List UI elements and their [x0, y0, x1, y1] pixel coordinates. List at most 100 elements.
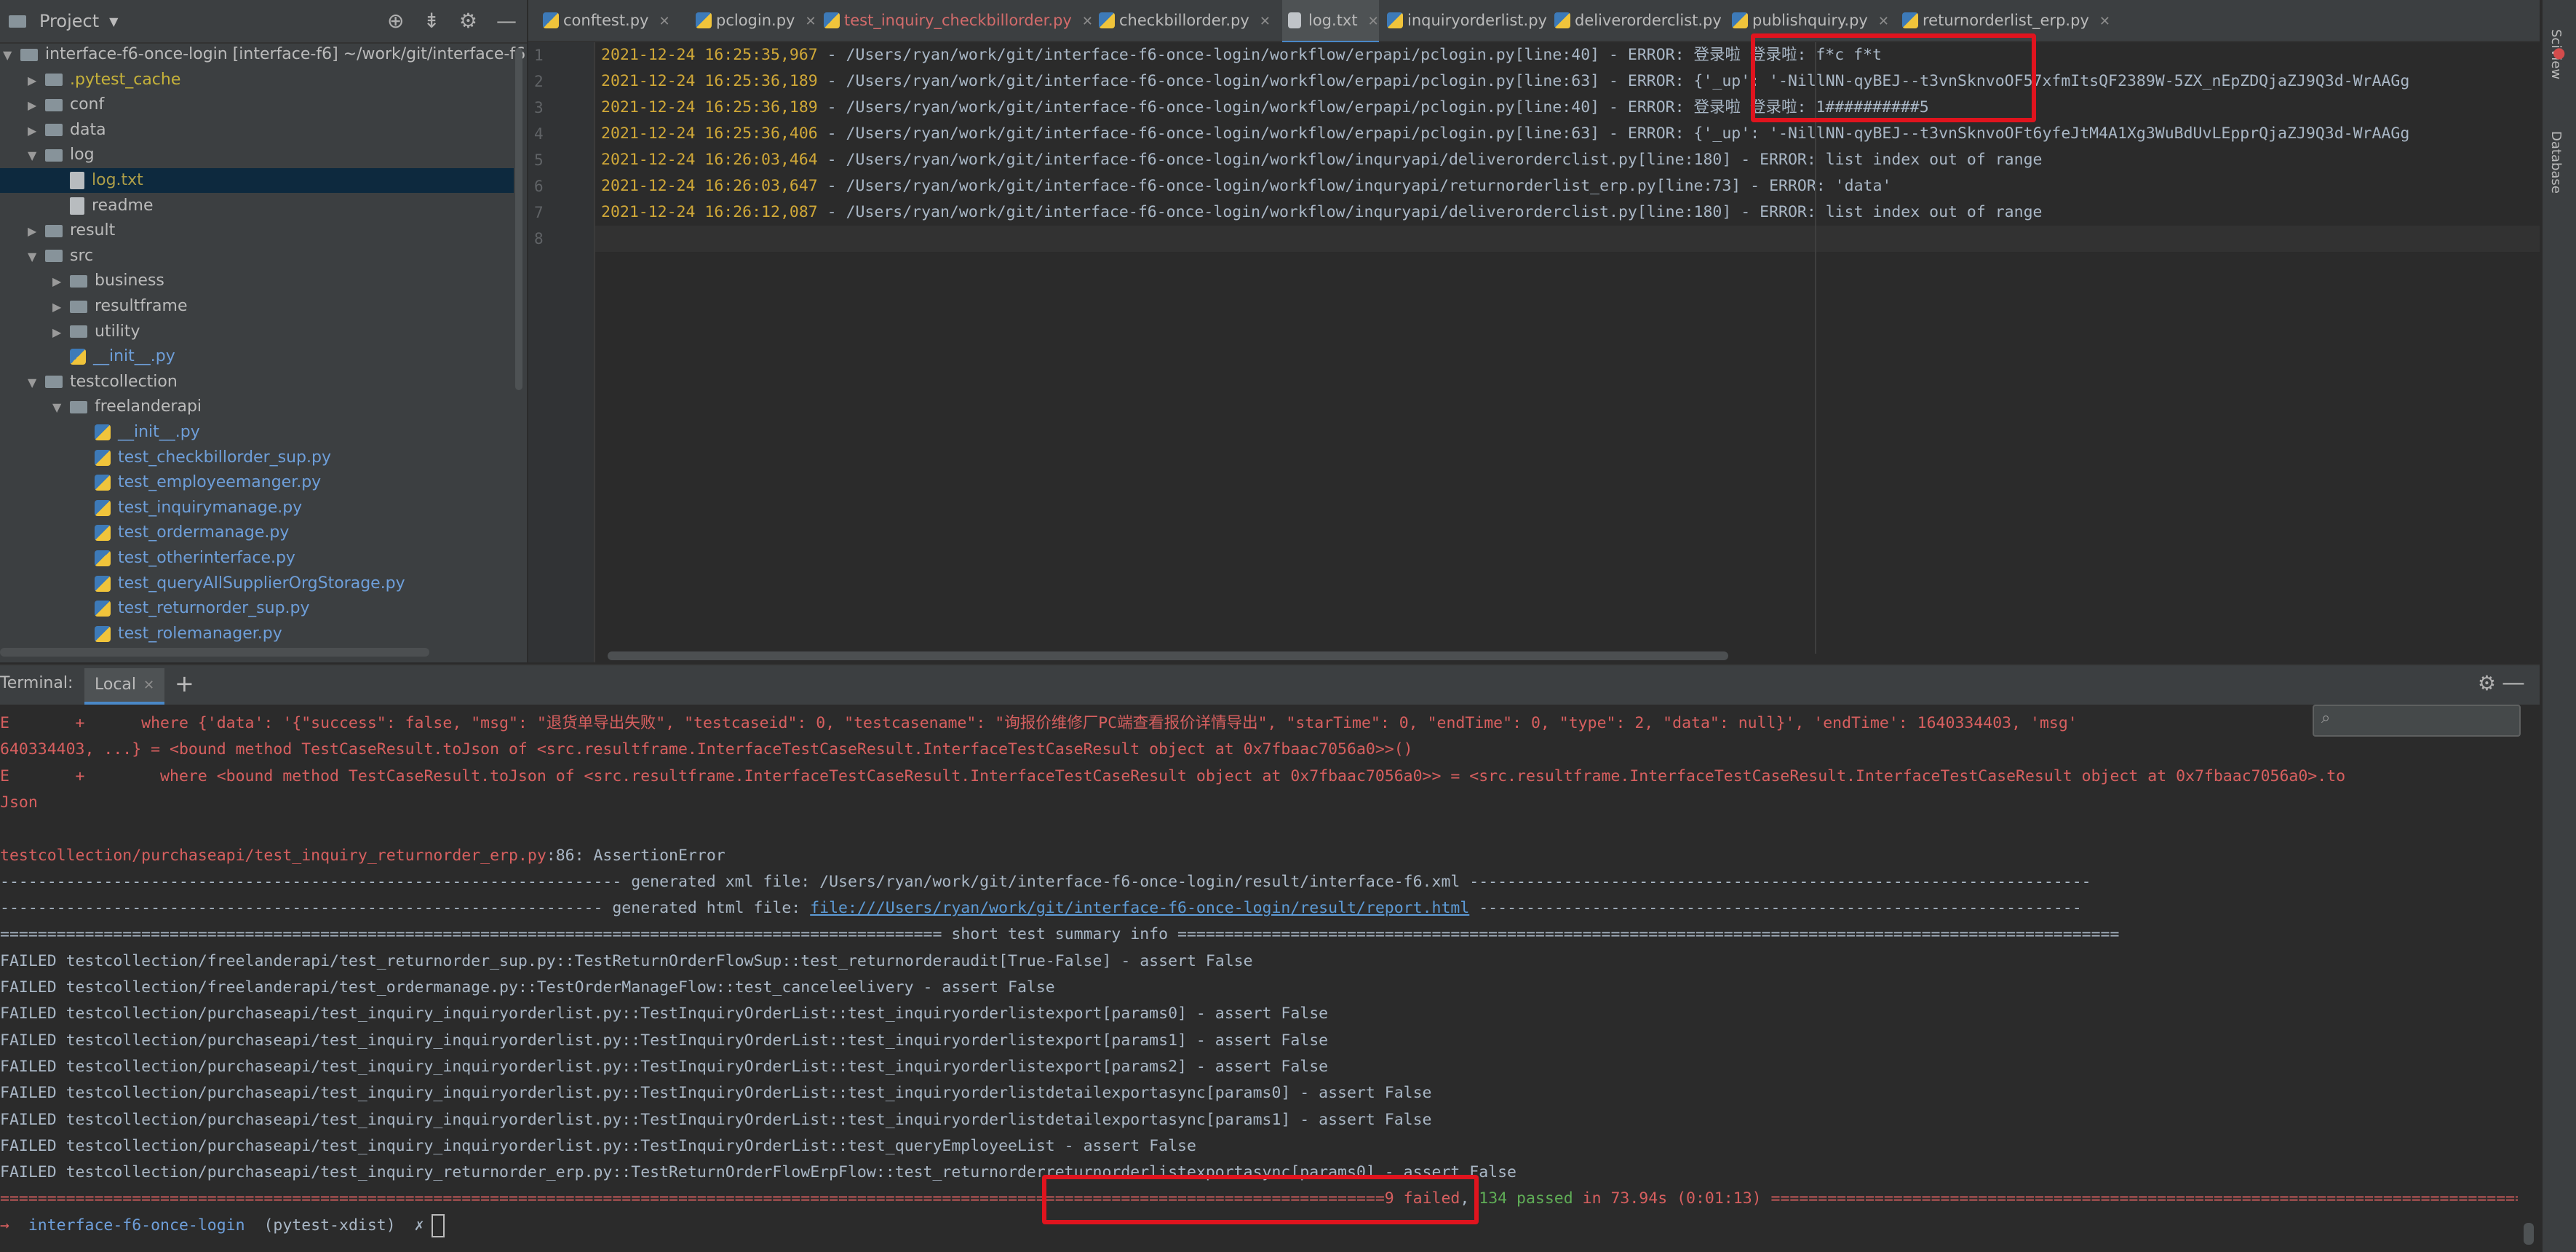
close-icon[interactable]: ✕	[1260, 14, 1271, 29]
close-icon[interactable]: ✕	[659, 14, 670, 29]
tree-item-label: business	[95, 272, 164, 290]
editor-tab[interactable]: log.txt ✕	[1282, 0, 1379, 44]
chevron-down-icon[interactable]: ▼	[52, 395, 70, 420]
log-message: - /Users/ryan/work/git/interface-f6-once…	[817, 203, 2043, 221]
tree-item-label: conf	[70, 95, 105, 114]
folder-icon	[45, 98, 63, 111]
editor-tab[interactable]: checkbillorder.py ✕	[1093, 0, 1271, 41]
tree-item-label: resultframe	[95, 297, 188, 315]
terminal-line: FAILED testcollection/purchaseapi/test_i…	[0, 1080, 2518, 1106]
tree-item[interactable]: ▶ utility	[0, 320, 514, 344]
chevron-right-icon[interactable]: ▶	[28, 68, 45, 93]
tree-item-content: test_employeemanger.py	[77, 473, 321, 491]
chevron-down-icon[interactable]: ▼	[3, 43, 20, 68]
chevron-down-icon[interactable]: ▼	[28, 245, 45, 269]
add-terminal-button[interactable]: +	[175, 670, 194, 697]
editor-tab[interactable]: conftest.py ✕	[537, 0, 670, 41]
project-panel: Project ▼ ⊕ ⇟ ⚙ — ▼ interface-f6-once-log…	[0, 0, 528, 662]
tree-item[interactable]: ▶ conf	[0, 92, 514, 117]
chevron-right-icon[interactable]: ▶	[28, 119, 45, 143]
tree-item[interactable]: test_otherinterface.py	[0, 546, 514, 571]
terminal-line: FAILED testcollection/purchaseapi/test_i…	[0, 1001, 2518, 1027]
tree-item[interactable]: test_rolemanager.py	[0, 622, 514, 646]
project-panel-title[interactable]: Project	[39, 11, 99, 31]
error-indicator-icon: ●	[2553, 44, 2566, 61]
close-icon[interactable]: ✕	[1878, 14, 1889, 29]
tree-item[interactable]: test_inquirymanage.py	[0, 496, 514, 520]
gear-icon[interactable]: ⚙	[459, 9, 477, 33]
prompt-branch: (pytest-xdist)	[263, 1216, 396, 1235]
minimize-icon[interactable]: —	[496, 9, 517, 33]
editor-tab[interactable]: pclogin.py ✕	[690, 0, 816, 41]
editor-horizontal-scrollbar[interactable]	[608, 651, 1728, 660]
line-number-gutter: 1 2 3 4 5 6 7 8	[528, 42, 595, 662]
terminal-tab-local[interactable]: Local ✕	[84, 668, 165, 705]
folder-icon	[45, 148, 63, 162]
tree-item-content: readme	[52, 197, 154, 215]
tree-item[interactable]: ▶ .pytest_cache	[0, 68, 514, 92]
tree-item[interactable]: __init__.py	[0, 344, 514, 369]
gear-icon[interactable]: ⚙	[2478, 671, 2496, 695]
close-icon[interactable]: ✕	[805, 14, 816, 29]
chevron-right-icon[interactable]: ▶	[52, 320, 70, 345]
tree-item[interactable]: ▼ src	[0, 244, 514, 269]
prompt-arrow-icon: →	[0, 1216, 9, 1235]
close-icon[interactable]: ✕	[2099, 14, 2110, 29]
terminal-line-text: FAILED testcollection/purchaseapi/test_i…	[0, 1031, 1329, 1050]
project-vertical-scrollbar[interactable]	[515, 48, 522, 390]
tree-item[interactable]: test_employeemanger.py	[0, 470, 514, 495]
python-file-icon	[70, 349, 86, 365]
locate-target-icon[interactable]: ⊕	[387, 9, 404, 33]
tree-item[interactable]: ▼ log	[0, 143, 514, 167]
chevron-down-icon[interactable]: ▼	[28, 371, 45, 395]
tree-item[interactable]: ▶ resultframe	[0, 294, 514, 319]
tree-item-content: ▼ src	[28, 247, 93, 265]
editor-tab-label: pclogin.py	[716, 12, 795, 29]
tree-item[interactable]: test_returnorder_sup.py	[0, 596, 514, 621]
editor-tab[interactable]: inquiryorderlist.py ✕	[1381, 0, 1568, 41]
search-icon: ⌕	[2321, 709, 2331, 727]
close-icon[interactable]: ✕	[143, 678, 154, 693]
line-number: 4	[534, 125, 544, 143]
tree-item-label: readme	[92, 196, 154, 215]
log-line: 2021-12-24 16:26:12,087 - /Users/ryan/wo…	[601, 199, 2537, 226]
chevron-right-icon[interactable]: ▶	[52, 269, 70, 294]
tree-item[interactable]: readme	[0, 194, 514, 218]
tree-item[interactable]: log.txt	[0, 168, 514, 193]
report-file-link[interactable]: file:///Users/ryan/work/git/interface-f6…	[810, 899, 1469, 917]
terminal-vertical-scrollbar[interactable]	[2524, 1223, 2534, 1245]
chevron-down-icon[interactable]: ▼	[28, 143, 45, 168]
editor-tab-label: publishquiry.py	[1752, 12, 1868, 29]
chevron-right-icon[interactable]: ▶	[52, 295, 70, 320]
tree-item-label: test_employeemanger.py	[118, 473, 322, 492]
editor-tab[interactable]: test_inquiry_checkbillorder.py ✕	[818, 0, 1093, 41]
tree-item[interactable]: ▶ data	[0, 118, 514, 143]
tree-item[interactable]: __init__.py	[0, 420, 514, 445]
tree-item[interactable]: ▼ testcollection	[0, 370, 514, 395]
tree-item[interactable]: ▼ interface-f6-once-login [interface-f6] …	[0, 42, 525, 68]
minimize-icon[interactable]: —	[2502, 668, 2525, 696]
chevron-down-icon[interactable]: ▼	[109, 15, 118, 28]
editor-tab-label: returnorderlist_erp.py	[1923, 12, 2089, 29]
tree-item[interactable]: ▶ result	[0, 218, 514, 243]
tree-item[interactable]: ▶ business	[0, 269, 514, 293]
terminal-output[interactable]: E + where {'data': '{"success": false, "…	[0, 705, 2540, 1252]
terminal-search-input[interactable]: ⌕	[2313, 705, 2521, 737]
tree-item[interactable]: test_ordermanage.py	[0, 520, 514, 545]
tree-item[interactable]: test_queryAllSupplierOrgStorage.py	[0, 571, 514, 596]
chevron-right-icon[interactable]: ▶	[28, 93, 45, 118]
tree-item[interactable]: test_checkbillorder_sup.py	[0, 445, 514, 470]
project-horizontal-scrollbar[interactable]	[0, 648, 429, 657]
collapse-all-icon[interactable]: ⇟	[423, 9, 440, 33]
close-icon[interactable]: ✕	[1368, 14, 1379, 29]
close-icon[interactable]: ✕	[1082, 14, 1093, 29]
editor-tab[interactable]: deliverorderclist.py ✕	[1549, 0, 1743, 41]
chevron-right-icon[interactable]: ▶	[28, 219, 45, 244]
tree-item-content: ▶ data	[28, 121, 106, 139]
terminal-line-text: 640334403, ...} = <bound method TestCase…	[0, 740, 1413, 759]
database-tool-tab[interactable]: Database	[2548, 131, 2564, 194]
editor-tab-label: test_inquiry_checkbillorder.py	[844, 12, 1072, 29]
tree-item[interactable]: ▼ freelanderapi	[0, 395, 514, 419]
line-number: 1	[534, 47, 544, 64]
editor-area[interactable]: 1 2 3 4 5 6 7 8 2021-12-24 16:25:35,967 - /User…	[528, 42, 2540, 662]
